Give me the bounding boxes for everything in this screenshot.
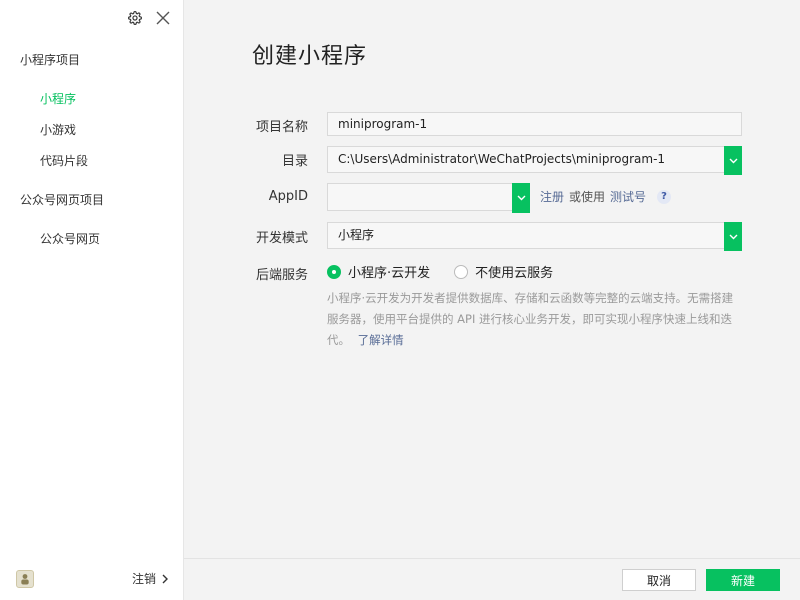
section-official-account-projects: 公众号网页项目: [20, 193, 105, 207]
logout-label: 注销: [131, 572, 156, 586]
test-account-link[interactable]: 测试号: [610, 188, 646, 205]
chevron-down-icon[interactable]: [724, 222, 742, 251]
directory-select[interactable]: C:\Users\Administrator\WeChatProjects\mi…: [327, 146, 742, 175]
help-icon[interactable]: ?: [657, 189, 672, 204]
section-miniprogram-projects: 小程序项目: [20, 53, 81, 67]
or-use-text: 或使用: [569, 190, 606, 204]
appid-select[interactable]: [327, 183, 530, 213]
main-panel: 创建小程序 项目名称 miniprogram-1 目录 C:\Users\Adm…: [184, 0, 800, 600]
sidebar-footer: 注销: [0, 560, 184, 600]
radio-checked-icon[interactable]: [327, 264, 341, 279]
create-button[interactable]: 新建: [706, 569, 780, 591]
dialog-footer: 取消 新建: [184, 558, 800, 600]
chevron-right-icon: [162, 574, 168, 583]
sidebar-item-code-snippet[interactable]: 代码片段: [40, 152, 88, 169]
dev-mode-label: 开发模式: [255, 231, 308, 246]
register-link[interactable]: 注册: [540, 188, 564, 205]
backend-label: 后端服务: [255, 268, 308, 283]
radio-cloud-dev-label: 小程序·云开发: [348, 266, 431, 281]
dev-mode-select[interactable]: 小程序: [327, 222, 742, 251]
appid-label: AppID: [268, 189, 308, 204]
radio-no-cloud-label: 不使用云服务: [475, 266, 554, 281]
sidebar-item-minigame[interactable]: 小游戏: [40, 121, 76, 138]
backend-radio-group: 小程序·云开发 不使用云服务: [327, 262, 553, 281]
avatar[interactable]: [16, 570, 34, 588]
window-controls: [126, 9, 172, 27]
radio-cloud-dev[interactable]: 小程序·云开发: [327, 262, 430, 281]
sidebar-item-official-account-web[interactable]: 公众号网页: [40, 230, 100, 247]
directory-label: 目录: [281, 154, 308, 169]
cancel-button[interactable]: 取消: [622, 569, 696, 591]
chevron-down-icon[interactable]: [724, 146, 742, 175]
directory-value: C:\Users\Administrator\WeChatProjects\mi…: [338, 152, 666, 166]
page-title: 创建小程序: [252, 44, 368, 69]
learn-more-link[interactable]: 了解详情: [358, 333, 404, 347]
project-name-input[interactable]: miniprogram-1: [327, 112, 742, 136]
sidebar: 小程序项目 小程序 小游戏 代码片段 公众号网页项目 公众号网页 注销: [0, 0, 184, 600]
radio-no-cloud[interactable]: 不使用云服务: [454, 262, 553, 281]
sidebar-item-miniprogram[interactable]: 小程序: [40, 90, 76, 107]
logout-button[interactable]: 注销: [132, 570, 168, 587]
project-name-label: 项目名称: [255, 120, 308, 135]
avatar-image: [21, 574, 29, 585]
dev-mode-value: 小程序: [338, 228, 375, 242]
create-miniprogram-window: 小程序项目 小程序 小游戏 代码片段 公众号网页项目 公众号网页 注销 创建小程…: [0, 0, 800, 600]
radio-unchecked-icon[interactable]: [454, 264, 469, 279]
gear-icon[interactable]: [126, 9, 144, 27]
appid-links: 注册 或使用 测试号 ?: [540, 188, 672, 205]
close-icon[interactable]: [154, 9, 172, 27]
backend-description: 小程序·云开发为开发者提供数据库、存储和云函数等完整的云端支持。无需搭建服务器，…: [327, 288, 743, 351]
chevron-down-icon[interactable]: [512, 183, 530, 213]
